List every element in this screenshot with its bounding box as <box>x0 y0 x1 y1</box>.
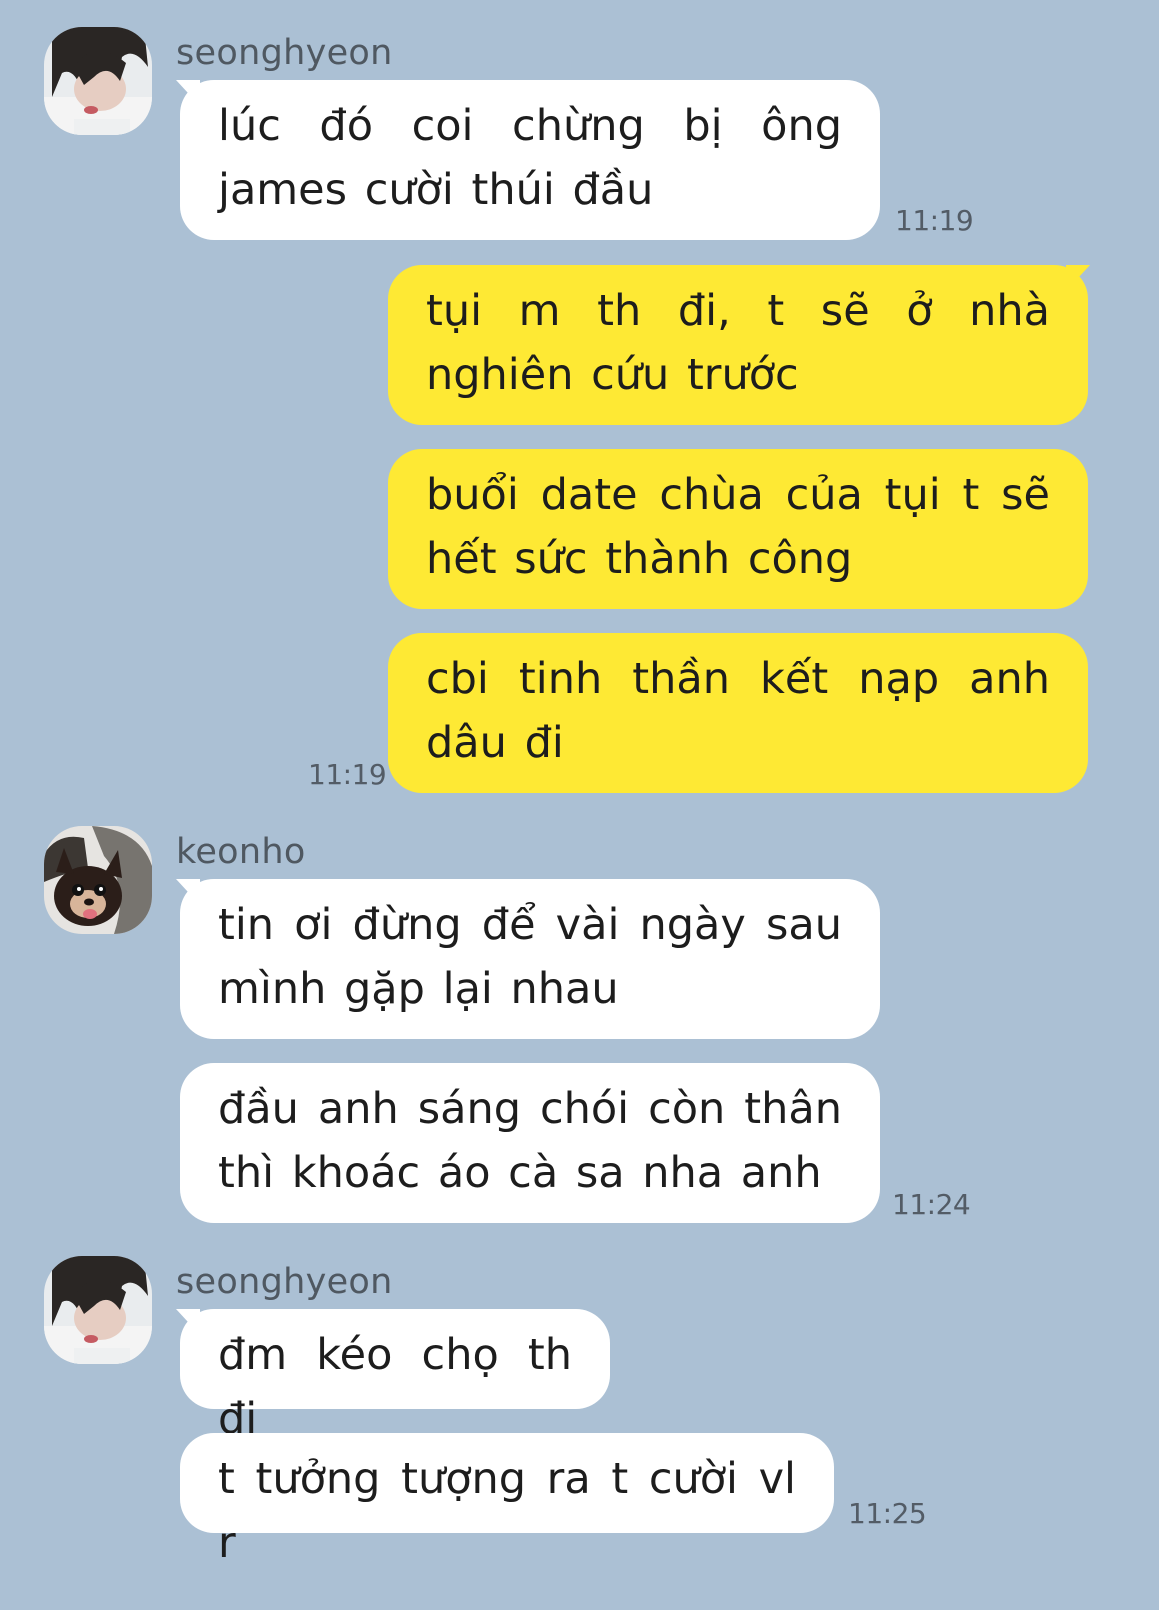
message-timestamp: 11:19 <box>895 204 974 237</box>
message-bubble[interactable]: t tưởng tượng ra t cười vl r <box>180 1433 834 1568</box>
message-text: đầu anh sáng chói còn thân thì khoác áo … <box>218 1084 842 1198</box>
message-bubble[interactable]: lúc đó coi chừng bị ông james cười thúi … <box>180 80 880 240</box>
seonghyeon-avatar-icon[interactable] <box>44 27 152 135</box>
message-text: t tưởng tượng ra t cười vl r <box>218 1454 796 1568</box>
message-timestamp: 11:24 <box>892 1188 971 1221</box>
message-text: buổi date chùa của tụi t sẽ hết sức thàn… <box>426 470 1050 584</box>
seonghyeon-avatar-icon[interactable] <box>44 1256 152 1364</box>
sender-name: keonho <box>176 832 306 872</box>
sender-name: seonghyeon <box>176 33 393 73</box>
message-bubble[interactable]: cbi tinh thần kết nạp anh dâu đi <box>388 633 1088 793</box>
message-bubble[interactable]: tụi m th đi, t sẽ ở nhà nghiên cứu trước <box>388 265 1088 425</box>
sender-name: seonghyeon <box>176 1262 393 1302</box>
chat-screen[interactable]: seonghyeon lúc đó coi chừng bị ông james… <box>0 0 1159 1610</box>
message-timestamp: 11:25 <box>848 1497 927 1530</box>
keonho-avatar-icon[interactable] <box>44 826 152 934</box>
message-timestamp: 11:19 <box>308 758 387 791</box>
message-text: lúc đó coi chừng bị ông james cười thúi … <box>218 101 842 215</box>
message-text: cbi tinh thần kết nạp anh dâu đi <box>426 654 1050 768</box>
message-bubble[interactable]: đầu anh sáng chói còn thân thì khoác áo … <box>180 1063 880 1223</box>
message-bubble[interactable]: buổi date chùa của tụi t sẽ hết sức thàn… <box>388 449 1088 609</box>
message-bubble[interactable]: tin ơi đừng để vài ngày sau mình gặp lại… <box>180 879 880 1039</box>
message-text: đm kéo chọ th đi <box>218 1330 572 1444</box>
message-text: tụi m th đi, t sẽ ở nhà nghiên cứu trước <box>426 286 1050 400</box>
message-text: tin ơi đừng để vài ngày sau mình gặp lại… <box>218 900 842 1014</box>
message-bubble[interactable]: đm kéo chọ th đi <box>180 1309 610 1444</box>
